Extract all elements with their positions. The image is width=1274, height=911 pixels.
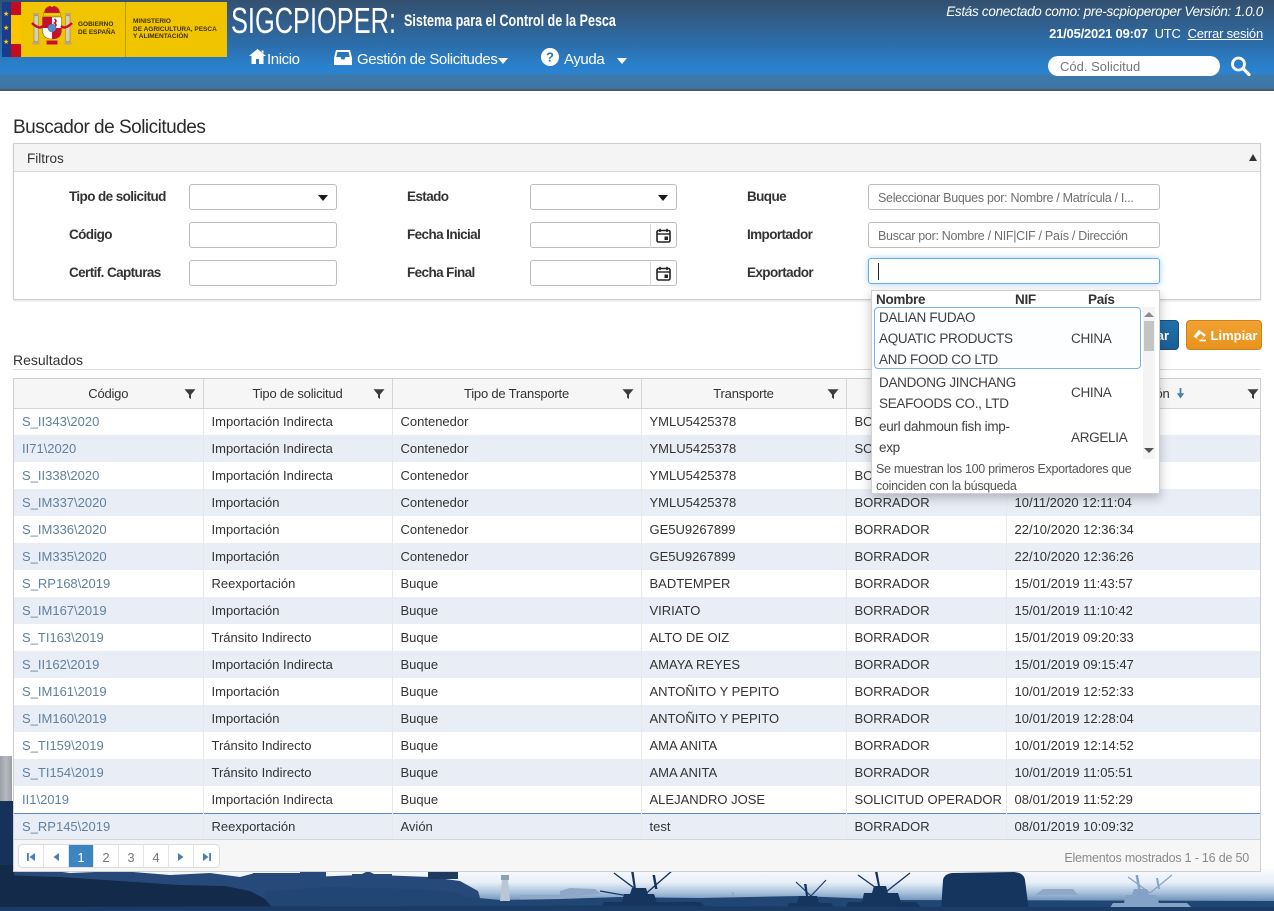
svg-text:?: ? bbox=[546, 50, 554, 65]
